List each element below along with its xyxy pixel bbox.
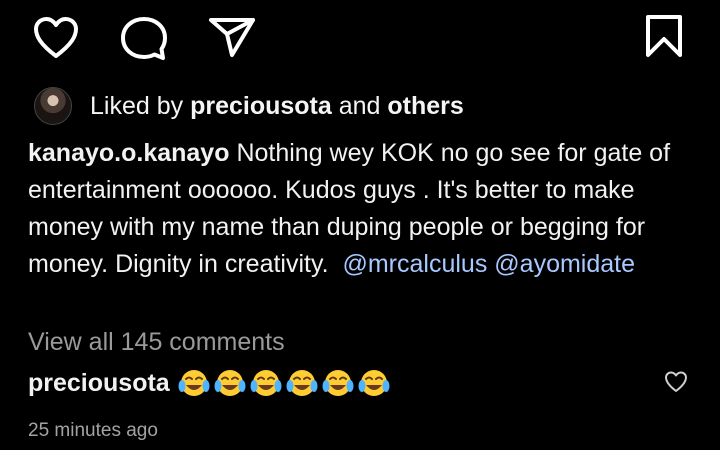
liked-by-row[interactable]: Liked by preciousota and others [34,86,464,126]
laughing-crying-emoji-icon [250,370,282,396]
comment-icon[interactable] [120,16,168,62]
send-icon[interactable] [208,16,256,58]
bookmark-icon[interactable] [644,14,684,58]
liked-by-others[interactable]: others [387,92,463,120]
liked-by-conjunction: and [338,91,381,120]
post-caption: kanayo.o.kanayo Nothing wey KOK no go se… [28,135,703,283]
mention-link[interactable]: @mrcalculus [342,250,487,278]
laughing-crying-emoji-icon [322,370,354,396]
caption-username[interactable]: kanayo.o.kanayo [28,139,229,167]
laughing-crying-emoji-icon [214,370,246,396]
laughing-crying-emoji-icon [286,370,318,396]
post-timestamp: 25 minutes ago [28,420,158,441]
post-action-bar [0,0,720,75]
laughing-crying-emoji-icon [178,370,210,396]
liked-by-text: Liked by preciousota and others [90,92,464,121]
laughing-crying-emoji-icon [358,370,390,396]
liked-by-prefix: Liked by [90,91,184,120]
view-all-comments-link[interactable]: View all 145 comments [28,328,285,357]
comment-username[interactable]: preciousota [28,369,170,398]
heart-icon[interactable] [32,16,80,60]
instagram-post-footer: Liked by preciousota and others kanayo.o… [0,0,720,450]
avatar[interactable] [34,87,72,125]
comment-text [178,368,390,398]
mention-link[interactable]: @ayomidate [494,250,635,278]
comment-heart-icon[interactable] [664,371,688,393]
liked-by-username[interactable]: preciousota [190,92,332,120]
comment-preview: preciousota [28,368,390,398]
